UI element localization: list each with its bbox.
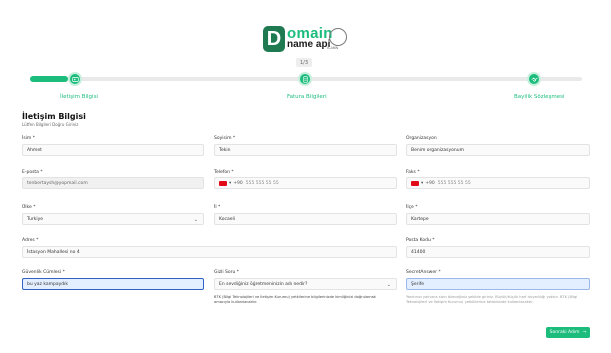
adres-label: Adres * <box>22 238 39 243</box>
faks-prefix: +90 <box>425 180 435 186</box>
chevron-down-icon: ▾ <box>421 180 424 186</box>
ulke-value: Turkiye <box>27 216 44 222</box>
posta-label: Posta Kodu * <box>406 238 435 243</box>
gizli-soru-value: En sevdiğiniz öğretmeninizin adı nedir? <box>219 281 308 287</box>
logo-top-text: omain <box>287 25 333 42</box>
soyisim-label: Soyisim * <box>214 136 236 141</box>
ilce-input[interactable]: Kartepe <box>406 213 590 225</box>
secret-answer-input[interactable]: Şerife <box>406 278 590 290</box>
chevron-down-icon: ▾ <box>229 180 232 186</box>
isim-input[interactable]: Ahmet <box>22 144 204 156</box>
arrow-right-icon: → <box>582 330 587 335</box>
soyisim-input[interactable]: Tekin <box>214 144 397 156</box>
posta-input[interactable]: 41400 <box>406 246 590 258</box>
logo-bottom-text: name api <box>287 39 331 50</box>
icann-label: ICANN <box>327 46 339 50</box>
eposta-input[interactable]: tenbertaysh@yopmail.com <box>22 177 204 189</box>
gizli-soru-label: Gizli Soru * <box>214 270 240 275</box>
brand-logo[interactable]: D omain name api <box>263 24 333 54</box>
ulke-select[interactable]: Turkiye ⌄ <box>22 213 204 225</box>
guvenlik-input[interactable]: bu yaz kampaydık <box>22 278 204 290</box>
id-card-icon <box>71 76 79 82</box>
gizli-soru-help: BTK (Bilgi Teknolojileri ve İletişim Kur… <box>214 295 376 304</box>
guvenlik-label: Güvenlik Cümlesi * <box>22 270 65 275</box>
section-title: İletişim Bilgisi <box>22 112 86 121</box>
organizasyon-label: Organizasyon <box>406 136 437 141</box>
step-2-node[interactable] <box>298 72 312 86</box>
ulke-label: Ülke * <box>22 205 36 210</box>
telefon-prefix: +90 <box>233 180 243 186</box>
logo-wordmark: omain name api <box>287 25 333 50</box>
il-input[interactable]: Kocaeli <box>214 213 397 225</box>
logo-mark: D <box>263 26 285 52</box>
icann-logo-icon <box>329 28 347 46</box>
progress-fill <box>30 76 68 82</box>
step-3-label[interactable]: Bayilik Sözleşmesi <box>514 94 565 100</box>
telefon-label: Telefon * <box>214 170 234 175</box>
faks-label: Faks * <box>406 170 420 175</box>
secret-answer-help: Yanıtınızı yalnızca sizin bileceğiniz şe… <box>406 295 578 304</box>
telefon-country-select[interactable]: ▾ +90 <box>219 180 243 186</box>
turkey-flag-icon <box>219 180 227 186</box>
faks-country-select[interactable]: ▾ +90 <box>411 180 435 186</box>
turkey-flag-icon <box>411 180 419 186</box>
chevron-down-icon: ⌄ <box>193 217 198 223</box>
il-label: İl * <box>214 205 221 210</box>
ilce-label: İlçe * <box>406 205 418 210</box>
step-1-node[interactable] <box>68 72 82 86</box>
step-2-label[interactable]: Fatura Bilgileri <box>287 94 327 100</box>
gizli-soru-select[interactable]: En sevdiğiniz öğretmeninizin adı nedir? … <box>214 278 397 290</box>
faks-placeholder: 555 555 55 55 <box>437 180 471 186</box>
next-step-button[interactable]: Sonraki Adım → <box>546 327 590 338</box>
handshake-icon <box>531 77 537 82</box>
invoice-icon <box>302 75 308 83</box>
telefon-input[interactable]: ▾ +90 555 555 55 55 <box>214 177 397 189</box>
faks-input[interactable]: ▾ +90 555 555 55 55 <box>406 177 590 189</box>
step-counter: 1/3 <box>296 58 312 67</box>
section-subtitle: Lütfen Bilgileri Doğru Giriniz <box>22 122 79 127</box>
telefon-placeholder: 555 555 55 55 <box>245 180 279 186</box>
next-step-label: Sonraki Adım <box>549 330 580 335</box>
eposta-label: E-posta * <box>22 170 43 175</box>
chevron-down-icon: ⌄ <box>386 282 391 288</box>
isim-label: İsim * <box>22 136 35 141</box>
step-1-label[interactable]: İletişim Bilgisi <box>60 94 98 100</box>
secret-answer-label: SecretAnswer * <box>406 270 441 275</box>
step-3-node[interactable] <box>527 72 541 86</box>
organizasyon-input[interactable]: Benim organizasyonum <box>406 144 590 156</box>
adres-input[interactable]: İstasyon Mahallesi no 4 <box>22 246 397 258</box>
